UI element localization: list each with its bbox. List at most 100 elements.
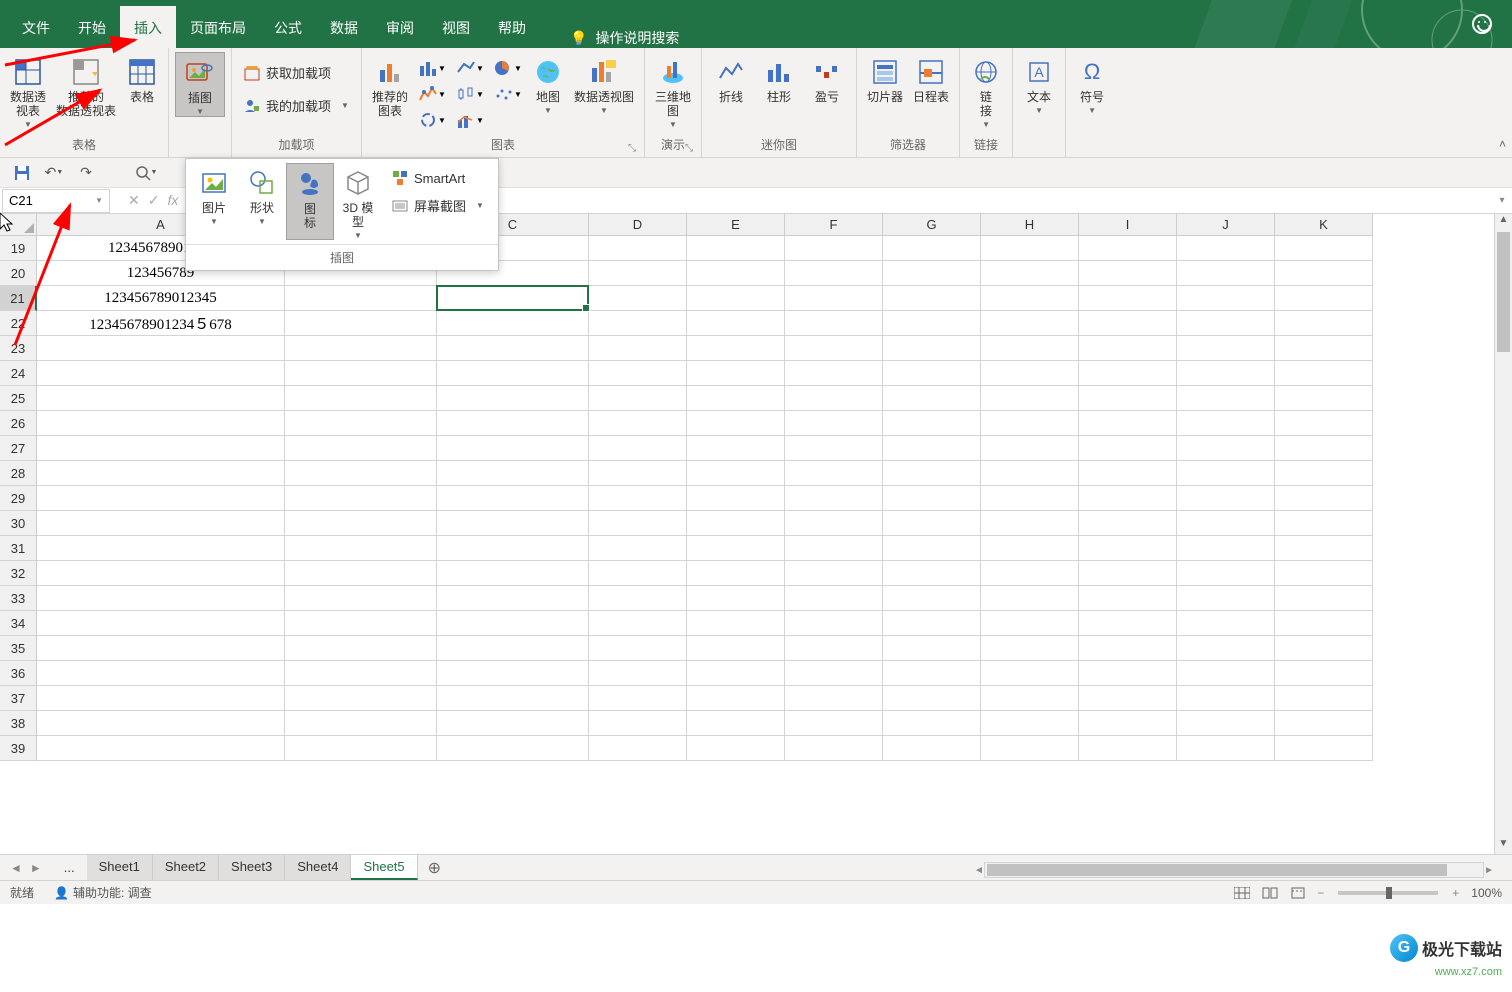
- scroll-right-icon[interactable]: ►: [1484, 865, 1494, 876]
- vertical-scrollbar[interactable]: ▲ ▼: [1494, 214, 1512, 854]
- cell-H25[interactable]: [981, 386, 1079, 411]
- cell-H38[interactable]: [981, 711, 1079, 736]
- tab-review[interactable]: 审阅: [372, 6, 428, 48]
- cell-B38[interactable]: [285, 711, 437, 736]
- cell-K35[interactable]: [1275, 636, 1373, 661]
- cell-C33[interactable]: [437, 586, 589, 611]
- cell-B21[interactable]: [285, 286, 437, 311]
- illustrations-button[interactable]: 插图 ▼: [175, 52, 225, 117]
- cell-H33[interactable]: [981, 586, 1079, 611]
- cell-D39[interactable]: [589, 736, 687, 761]
- cell-J38[interactable]: [1177, 711, 1275, 736]
- cell-F20[interactable]: [785, 261, 883, 286]
- cell-A33[interactable]: [37, 586, 285, 611]
- grid-cells[interactable]: 1234567890123412345678912345678901234512…: [37, 236, 1494, 854]
- cell-I33[interactable]: [1079, 586, 1177, 611]
- column-header-D[interactable]: D: [589, 214, 687, 236]
- cell-K38[interactable]: [1275, 711, 1373, 736]
- scrollbar-thumb[interactable]: [987, 864, 1447, 876]
- normal-view-button[interactable]: [1229, 883, 1255, 903]
- row-header-29[interactable]: 29: [0, 486, 37, 511]
- cell-A22[interactable]: 12345678901234５678: [37, 311, 285, 336]
- cell-D27[interactable]: [589, 436, 687, 461]
- column-header-H[interactable]: H: [981, 214, 1079, 236]
- cell-A23[interactable]: [37, 336, 285, 361]
- redo-button[interactable]: ↷: [74, 161, 98, 185]
- combo-chart-button[interactable]: ▼: [452, 108, 488, 132]
- cell-G22[interactable]: [883, 311, 981, 336]
- cell-G23[interactable]: [883, 336, 981, 361]
- column-chart-button[interactable]: ▼: [414, 56, 450, 80]
- column-header-J[interactable]: J: [1177, 214, 1275, 236]
- cell-K31[interactable]: [1275, 536, 1373, 561]
- cell-A34[interactable]: [37, 611, 285, 636]
- tab-help[interactable]: 帮助: [484, 6, 540, 48]
- cell-H32[interactable]: [981, 561, 1079, 586]
- scroll-up-icon[interactable]: ▲: [1495, 214, 1512, 230]
- cell-G24[interactable]: [883, 361, 981, 386]
- row-header-26[interactable]: 26: [0, 411, 37, 436]
- cell-F31[interactable]: [785, 536, 883, 561]
- cell-H39[interactable]: [981, 736, 1079, 761]
- cell-D20[interactable]: [589, 261, 687, 286]
- tab-data[interactable]: 数据: [316, 6, 372, 48]
- sheet-tab-sheet3[interactable]: Sheet3: [219, 855, 285, 880]
- cell-C38[interactable]: [437, 711, 589, 736]
- cell-F30[interactable]: [785, 511, 883, 536]
- cell-I21[interactable]: [1079, 286, 1177, 311]
- cell-A36[interactable]: [37, 661, 285, 686]
- sparkline-winloss-button[interactable]: 盈亏: [804, 52, 850, 104]
- cell-C26[interactable]: [437, 411, 589, 436]
- cell-D30[interactable]: [589, 511, 687, 536]
- row-header-22[interactable]: 22: [0, 311, 37, 336]
- sheet-tab-sheet2[interactable]: Sheet2: [153, 855, 219, 880]
- cell-D26[interactable]: [589, 411, 687, 436]
- tab-file[interactable]: 文件: [8, 6, 64, 48]
- cell-G21[interactable]: [883, 286, 981, 311]
- cell-G32[interactable]: [883, 561, 981, 586]
- cell-G33[interactable]: [883, 586, 981, 611]
- cell-A21[interactable]: 123456789012345: [37, 286, 285, 311]
- cell-E27[interactable]: [687, 436, 785, 461]
- cell-J39[interactable]: [1177, 736, 1275, 761]
- cell-D25[interactable]: [589, 386, 687, 411]
- cell-G26[interactable]: [883, 411, 981, 436]
- cell-B31[interactable]: [285, 536, 437, 561]
- cell-J25[interactable]: [1177, 386, 1275, 411]
- insert-function-button[interactable]: fx: [167, 192, 178, 209]
- cell-K24[interactable]: [1275, 361, 1373, 386]
- cell-H28[interactable]: [981, 461, 1079, 486]
- accessibility-checker[interactable]: 👤 辅助功能: 调查: [54, 884, 152, 901]
- cell-H20[interactable]: [981, 261, 1079, 286]
- pie-chart-button[interactable]: ▼: [490, 56, 526, 80]
- cell-A24[interactable]: [37, 361, 285, 386]
- zoom-in-button[interactable]: +: [1452, 886, 1459, 900]
- column-header-F[interactable]: F: [785, 214, 883, 236]
- cell-I31[interactable]: [1079, 536, 1177, 561]
- add-sheet-button[interactable]: ⊕: [418, 858, 451, 878]
- cell-B36[interactable]: [285, 661, 437, 686]
- cell-H26[interactable]: [981, 411, 1079, 436]
- name-box[interactable]: C21 ▼: [2, 189, 110, 213]
- row-header-27[interactable]: 27: [0, 436, 37, 461]
- cell-H27[interactable]: [981, 436, 1079, 461]
- scroll-down-icon[interactable]: ▼: [1495, 838, 1512, 854]
- cell-K25[interactable]: [1275, 386, 1373, 411]
- cell-K21[interactable]: [1275, 286, 1373, 311]
- cell-A27[interactable]: [37, 436, 285, 461]
- tab-formulas[interactable]: 公式: [260, 6, 316, 48]
- cell-J31[interactable]: [1177, 536, 1275, 561]
- 3d-models-button[interactable]: 3D 模 型 ▼: [334, 163, 382, 240]
- cell-K30[interactable]: [1275, 511, 1373, 536]
- scroll-left-icon[interactable]: ◄: [974, 865, 984, 876]
- cell-B28[interactable]: [285, 461, 437, 486]
- cell-K19[interactable]: [1275, 236, 1373, 261]
- pictures-button[interactable]: 图片 ▼: [190, 163, 238, 240]
- cell-I37[interactable]: [1079, 686, 1177, 711]
- cell-G28[interactable]: [883, 461, 981, 486]
- cell-G37[interactable]: [883, 686, 981, 711]
- cell-D35[interactable]: [589, 636, 687, 661]
- cell-C28[interactable]: [437, 461, 589, 486]
- cell-B22[interactable]: [285, 311, 437, 336]
- cell-G20[interactable]: [883, 261, 981, 286]
